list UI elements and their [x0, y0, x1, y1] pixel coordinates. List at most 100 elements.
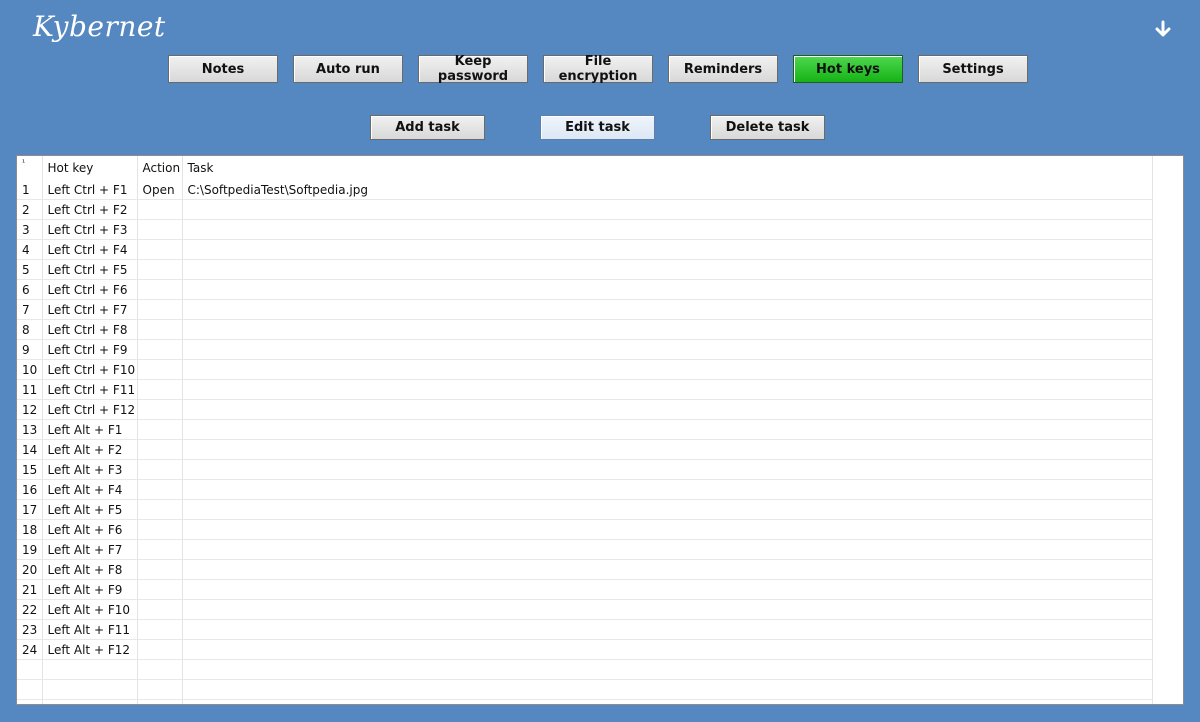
- table-row[interactable]: 15 Left Alt + F3: [17, 459, 1153, 480]
- hotkey-grid[interactable]: ¹ Hot key Action Task 1 Left Ctrl + F1 Ope…: [16, 155, 1184, 705]
- task-cell[interactable]: [182, 339, 1153, 360]
- row-number-cell[interactable]: 22: [17, 599, 43, 620]
- row-number-cell[interactable]: 8: [17, 319, 43, 340]
- column-header-action[interactable]: Action: [137, 156, 183, 180]
- column-header-hot-key[interactable]: Hot key: [42, 156, 138, 180]
- hot-key-cell[interactable]: Left Ctrl + F12: [42, 399, 138, 420]
- hot-key-cell[interactable]: Left Ctrl + F5: [42, 259, 138, 280]
- task-cell[interactable]: [182, 359, 1153, 380]
- row-number-cell[interactable]: 14: [17, 439, 43, 460]
- row-number-cell[interactable]: 9: [17, 339, 43, 360]
- hot-key-cell[interactable]: Left Alt + F10: [42, 599, 138, 620]
- tab-auto-run[interactable]: Auto run: [293, 55, 403, 83]
- hot-key-cell[interactable]: Left Ctrl + F9: [42, 339, 138, 360]
- action-cell[interactable]: [137, 199, 183, 220]
- task-cell[interactable]: [182, 499, 1153, 520]
- task-cell[interactable]: [182, 319, 1153, 340]
- task-cell[interactable]: [182, 239, 1153, 260]
- row-number-cell[interactable]: 18: [17, 519, 43, 540]
- table-row[interactable]: 10 Left Ctrl + F10: [17, 359, 1153, 380]
- action-cell[interactable]: [137, 619, 183, 640]
- action-cell[interactable]: [137, 399, 183, 420]
- row-number-cell[interactable]: 7: [17, 299, 43, 320]
- action-cell[interactable]: [137, 419, 183, 440]
- action-cell[interactable]: [137, 479, 183, 500]
- hot-key-cell[interactable]: Left Ctrl + F10: [42, 359, 138, 380]
- row-number-cell[interactable]: 15: [17, 459, 43, 480]
- task-cell[interactable]: [182, 219, 1153, 240]
- hot-key-cell[interactable]: Left Ctrl + F8: [42, 319, 138, 340]
- tab-settings[interactable]: Settings: [918, 55, 1028, 83]
- row-number-cell[interactable]: 10: [17, 359, 43, 380]
- task-cell[interactable]: [182, 479, 1153, 500]
- table-row[interactable]: 18 Left Alt + F6: [17, 519, 1153, 540]
- table-row[interactable]: 20 Left Alt + F8: [17, 559, 1153, 580]
- hot-key-cell[interactable]: Left Alt + F9: [42, 579, 138, 600]
- table-row[interactable]: 3 Left Ctrl + F3: [17, 219, 1153, 240]
- hot-key-cell[interactable]: Left Alt + F5: [42, 499, 138, 520]
- row-number-cell[interactable]: 12: [17, 399, 43, 420]
- add-task-button[interactable]: Add task: [370, 115, 485, 140]
- action-cell[interactable]: [137, 319, 183, 340]
- menu-arrow-button[interactable]: [1150, 16, 1176, 42]
- table-row[interactable]: 23 Left Alt + F11: [17, 619, 1153, 640]
- row-number-cell[interactable]: 11: [17, 379, 43, 400]
- table-row[interactable]: 16 Left Alt + F4: [17, 479, 1153, 500]
- table-row[interactable]: 19 Left Alt + F7: [17, 539, 1153, 560]
- tab-keep-password[interactable]: Keep password: [418, 54, 528, 84]
- action-cell[interactable]: [137, 339, 183, 360]
- table-row[interactable]: 13 Left Alt + F1: [17, 419, 1153, 440]
- action-cell[interactable]: Open: [137, 180, 183, 200]
- action-cell[interactable]: [137, 459, 183, 480]
- task-cell[interactable]: [182, 379, 1153, 400]
- task-cell[interactable]: [182, 459, 1153, 480]
- task-cell[interactable]: [182, 579, 1153, 600]
- task-cell[interactable]: C:\SoftpediaTest\Softpedia.jpg: [182, 180, 1153, 200]
- task-cell[interactable]: [182, 259, 1153, 280]
- table-row[interactable]: 4 Left Ctrl + F4: [17, 239, 1153, 260]
- edit-task-button[interactable]: Edit task: [540, 115, 655, 140]
- task-cell[interactable]: [182, 519, 1153, 540]
- hot-key-cell[interactable]: Left Alt + F2: [42, 439, 138, 460]
- action-cell[interactable]: [137, 299, 183, 320]
- hot-key-cell[interactable]: Left Ctrl + F2: [42, 199, 138, 220]
- row-number-cell[interactable]: 1: [17, 180, 43, 200]
- hot-key-cell[interactable]: Left Alt + F4: [42, 479, 138, 500]
- hot-key-cell[interactable]: Left Ctrl + F4: [42, 239, 138, 260]
- action-cell[interactable]: [137, 559, 183, 580]
- row-number-cell[interactable]: 24: [17, 639, 43, 660]
- hot-key-cell[interactable]: Left Alt + F12: [42, 639, 138, 660]
- task-cell[interactable]: [182, 419, 1153, 440]
- row-number-cell[interactable]: 2: [17, 199, 43, 220]
- action-cell[interactable]: [137, 579, 183, 600]
- row-number-cell[interactable]: 17: [17, 499, 43, 520]
- action-cell[interactable]: [137, 259, 183, 280]
- table-row[interactable]: 8 Left Ctrl + F8: [17, 319, 1153, 340]
- tab-hot-keys[interactable]: Hot keys: [793, 55, 903, 83]
- table-row[interactable]: 6 Left Ctrl + F6: [17, 279, 1153, 300]
- hot-key-cell[interactable]: Left Ctrl + F6: [42, 279, 138, 300]
- row-number-cell[interactable]: 16: [17, 479, 43, 500]
- action-cell[interactable]: [137, 219, 183, 240]
- task-cell[interactable]: [182, 299, 1153, 320]
- row-number-cell[interactable]: 13: [17, 419, 43, 440]
- task-cell[interactable]: [182, 599, 1153, 620]
- task-cell[interactable]: [182, 539, 1153, 560]
- row-number-cell[interactable]: 5: [17, 259, 43, 280]
- action-cell[interactable]: [137, 539, 183, 560]
- task-cell[interactable]: [182, 399, 1153, 420]
- hot-key-cell[interactable]: Left Ctrl + F7: [42, 299, 138, 320]
- tab-file-encryption[interactable]: File encryption: [543, 54, 653, 84]
- task-cell[interactable]: [182, 199, 1153, 220]
- action-cell[interactable]: [137, 359, 183, 380]
- hot-key-cell[interactable]: Left Alt + F6: [42, 519, 138, 540]
- hot-key-cell[interactable]: Left Alt + F1: [42, 419, 138, 440]
- hot-key-cell[interactable]: Left Ctrl + F3: [42, 219, 138, 240]
- task-cell[interactable]: [182, 279, 1153, 300]
- row-number-cell[interactable]: 4: [17, 239, 43, 260]
- row-number-cell[interactable]: 20: [17, 559, 43, 580]
- hot-key-cell[interactable]: Left Ctrl + F1: [42, 180, 138, 200]
- tab-reminders[interactable]: Reminders: [668, 55, 778, 83]
- hot-key-cell[interactable]: Left Ctrl + F11: [42, 379, 138, 400]
- row-number-cell[interactable]: 3: [17, 219, 43, 240]
